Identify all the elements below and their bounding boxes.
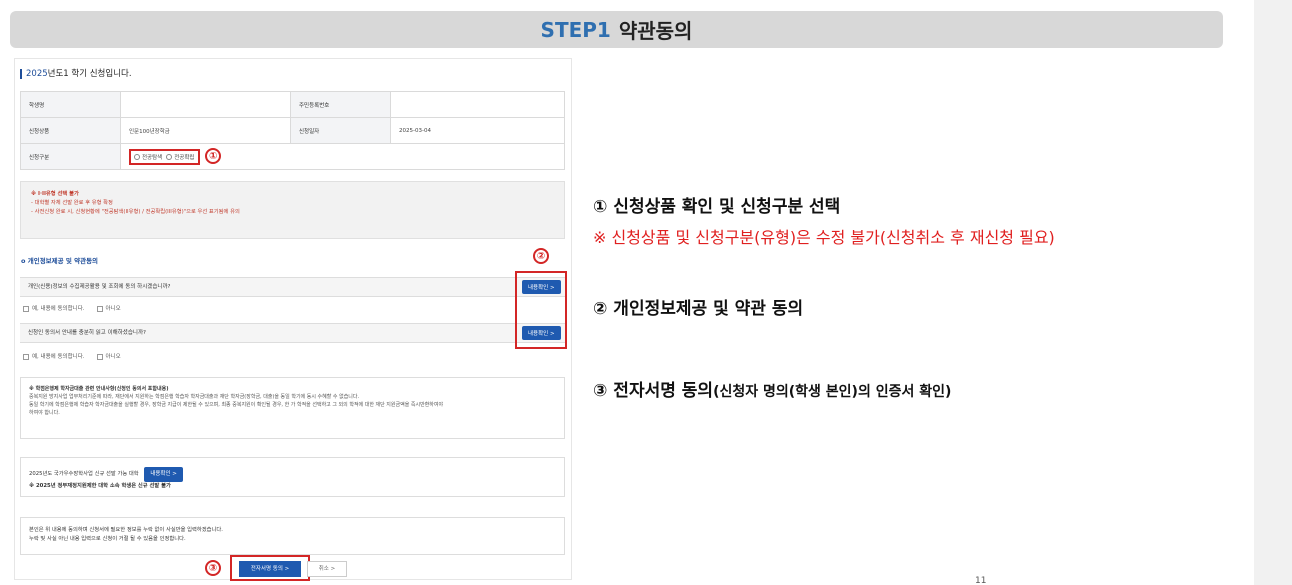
explanation-2: ② 개인정보제공 및 약관 동의 xyxy=(593,299,804,319)
radio-major-establish-label: 전공확립 xyxy=(174,154,195,161)
scholar-detail-button[interactable]: 내용확인 > xyxy=(144,467,183,482)
guide-title: ※ 학점은행제 학자금대출 관련 안내사항(신청인 동의서 포함내용) xyxy=(29,386,169,392)
apply-date-value: 2025-03-04 xyxy=(390,117,565,144)
semester-title-text: 년도1 학기 신청입니다. xyxy=(47,69,132,79)
agree-question-1-text: 개인(신용)정보의 수집제공활용 및 조회에 동의 하시겠습니까? xyxy=(28,284,171,290)
radio-major-establish[interactable]: 전공확립 xyxy=(166,153,195,161)
explanation-1: ① 신청상품 확인 및 신청구분 선택 xyxy=(593,197,841,217)
type-notice-box: ※ I·II유형 선택 불가 - 대학별 자체 선발 완료 후 유형 확정 - … xyxy=(20,181,565,239)
scholar-line-2: ※ 2025년 정부재정지원제한 대학 소속 학생은 신규 선발 불가 xyxy=(29,483,171,489)
agree-1-no-label: 아니오 xyxy=(105,306,121,312)
marker-1: ① xyxy=(205,148,222,165)
student-name-value xyxy=(120,91,291,118)
step-label: STEP1 xyxy=(540,17,611,42)
agree-2-choices: 예, 내용에 동의합니다. 아니오 xyxy=(23,352,121,360)
radio-circle-icon xyxy=(166,154,173,161)
agree-2-no-checkbox[interactable]: 아니오 xyxy=(96,352,121,360)
agree-2-yes-label: 예, 내용에 동의합니다. xyxy=(32,354,85,360)
radio-major-explore-label: 전공탐색 xyxy=(142,154,163,161)
notice-line-3: - 사전신청 완료 시, 신청현황에 "전공탐색(II유형) / 전공확립(II… xyxy=(31,209,240,215)
semester-title: 2025년도1 학기 신청입니다. xyxy=(20,69,132,79)
product-value: 인문100년장학금 xyxy=(120,117,291,144)
agree-1-no-checkbox[interactable]: 아니오 xyxy=(96,304,121,312)
agree-2-no-label: 아니오 xyxy=(105,354,121,360)
explanation-1-note: ※ 신청상품 및 신청구분(유형)은 수정 불가(신청취소 후 재신청 필요) xyxy=(593,228,1055,247)
confirm-line-1: 본인은 위 내용에 동의하며 신청서에 필요한 정보를 누락 없이 사실만을 입… xyxy=(29,527,223,533)
e-signature-button[interactable]: 전자서명 동의 > xyxy=(239,561,301,577)
explanation-3: ③ 전자서명 동의(신청자 명의(학생 본인)의 인증서 확인) xyxy=(593,376,951,401)
apply-date-label: 신청일자 xyxy=(290,117,391,144)
radio-circle-icon xyxy=(134,154,140,161)
final-confirm-box: 본인은 위 내용에 동의하며 신청서에 필요한 정보를 누락 없이 사실만을 입… xyxy=(20,517,565,555)
explanation-3-sub: (신청자 명의(학생 본인)의 인증서 확인) xyxy=(713,384,952,400)
checkbox-icon xyxy=(96,305,103,312)
checkbox-icon xyxy=(23,305,29,312)
marker-3: ③ xyxy=(205,560,221,576)
guide-line-3: 하여야 합니다. xyxy=(29,410,60,416)
checkbox-icon xyxy=(23,353,29,360)
semester-year: 2025 xyxy=(26,69,48,79)
step-title: 약관동의 xyxy=(618,19,693,43)
student-name-label: 학생명 xyxy=(20,91,121,118)
confirm-line-2: 누락 및 사실 아닌 내용 입력으로 신청이 거절 될 수 있음을 인정합니다. xyxy=(29,536,186,542)
loan-guide-box: ※ 학점은행제 학자금대출 관련 안내사항(신청인 동의서 포함내용) 중복지원… xyxy=(20,377,565,439)
agree-question-2: 신청인 동의서 안내를 충분히 읽고 이해하셨습니까? xyxy=(20,323,565,343)
guide-line-2: 동일 학기에 학점은행제 학습자 학자금대출을 실행할 경우, 장학금 지급이 … xyxy=(29,402,444,408)
step-header-bar: STEP1 약관동의 xyxy=(10,11,1223,48)
privacy-section-title: 개인정보제공 및 약관동의 xyxy=(21,255,98,265)
agree-1-choices: 예, 내용에 동의합니다. 아니오 xyxy=(23,304,121,312)
checkbox-icon xyxy=(96,353,103,360)
apply-type-cell: 전공탐색 전공확립 ① xyxy=(120,143,565,170)
agree-1-yes-label: 예, 내용에 동의합니다. xyxy=(32,306,85,312)
apply-type-label: 신청구분 xyxy=(20,143,121,170)
agree-1-yes-checkbox[interactable]: 예, 내용에 동의합니다. xyxy=(23,304,85,312)
notice-line-1: ※ I·II유형 선택 불가 xyxy=(31,191,79,197)
rrn-label: 주민등록번호 xyxy=(290,91,391,118)
scholarship-box: 2025년도 국가우수장학사업 신규 선발 가능 대학 내용확인 > ※ 202… xyxy=(20,457,565,497)
application-info-table: 학생명 주민등록번호 신청상품 인문100년장학금 신청일자 2025-03-0… xyxy=(20,91,565,170)
page-number: 11 xyxy=(975,576,987,585)
product-label: 신청상품 xyxy=(20,117,121,144)
radio-major-explore[interactable]: 전공탐색 xyxy=(134,153,162,161)
rrn-value xyxy=(390,91,565,118)
agree-2-yes-checkbox[interactable]: 예, 내용에 동의합니다. xyxy=(23,352,85,360)
apply-type-radio-group: 전공탐색 전공확립 xyxy=(129,148,200,165)
scholar-line-1: 2025년도 국가우수장학사업 신규 선발 가능 대학 xyxy=(29,471,139,477)
scholar-line-1-row: 2025년도 국가우수장학사업 신규 선발 가능 대학 내용확인 > xyxy=(29,467,556,482)
explanation-3-main: ③ 전자서명 동의 xyxy=(593,381,714,401)
agree-question-1: 개인(신용)정보의 수집제공활용 및 조회에 동의 하시겠습니까? xyxy=(20,277,565,297)
application-screenshot: 2025년도1 학기 신청입니다. 학생명 주민등록번호 신청상품 인문100년… xyxy=(14,58,572,581)
notice-line-2: - 대학별 자체 선발 완료 후 유형 확정 xyxy=(31,200,113,206)
agree-question-2-text: 신청인 동의서 안내를 충분히 읽고 이해하셨습니까? xyxy=(28,330,146,336)
guide-line-1: 중복지원 방지사업 업무처리기준에 따라, 재단에서 지원하는 학점은행 학습자… xyxy=(29,394,360,400)
marker-2-frame xyxy=(515,271,567,349)
right-side-stripe xyxy=(1254,0,1292,585)
cancel-button[interactable]: 취소 > xyxy=(307,561,347,577)
marker-2: ② xyxy=(533,248,549,264)
